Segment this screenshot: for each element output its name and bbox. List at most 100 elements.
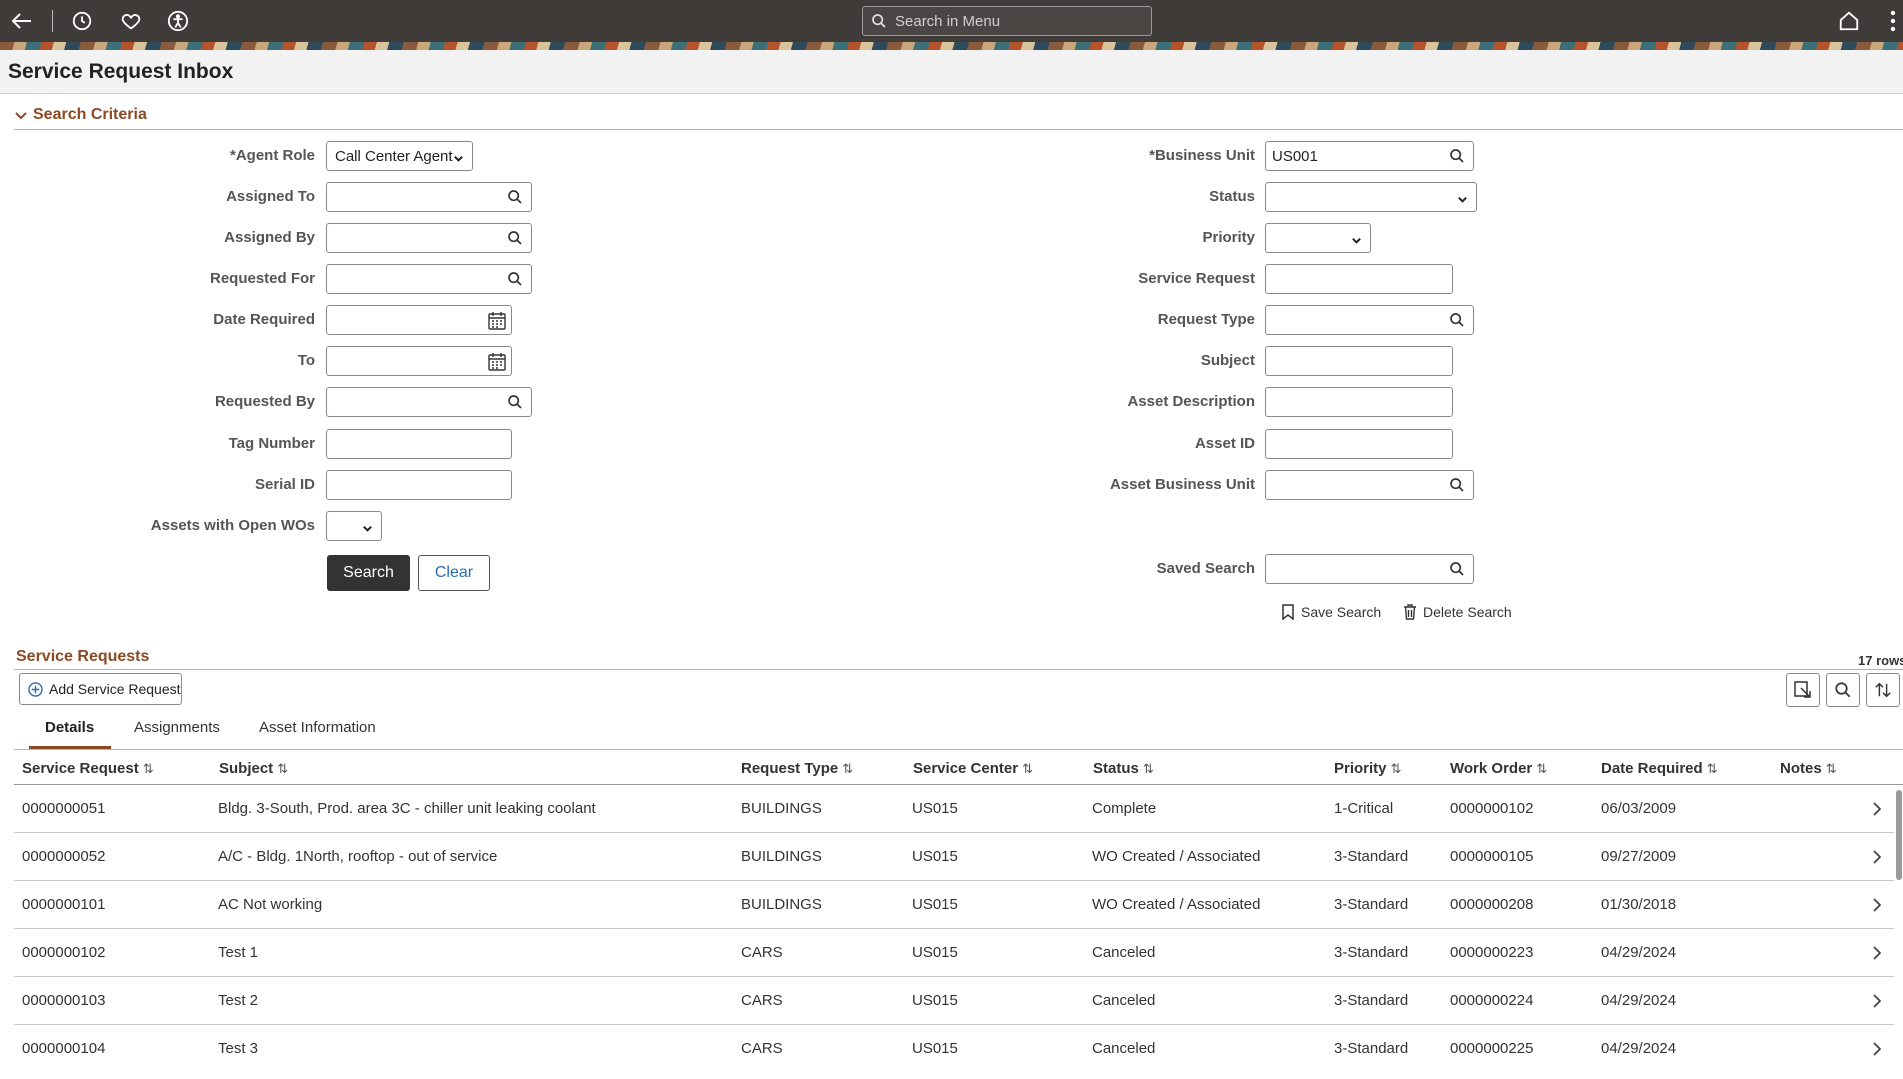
sort-icon[interactable]: ⇅ xyxy=(1536,761,1547,776)
business-unit-field[interactable] xyxy=(1265,141,1474,171)
date-to-field[interactable] xyxy=(326,346,512,376)
tab-asset-information[interactable]: Asset Information xyxy=(259,719,376,736)
menu-search-input[interactable] xyxy=(893,11,1133,31)
chevron-right-icon[interactable] xyxy=(1872,946,1882,964)
date-required-input[interactable] xyxy=(327,306,481,334)
table-row[interactable]: 0000000103 Test 2 CARS US015 Canceled 3-… xyxy=(14,977,1894,1025)
sort-icon[interactable]: ⇅ xyxy=(1391,761,1402,776)
chevron-right-icon[interactable] xyxy=(1872,994,1882,1012)
asset-business-unit-input[interactable] xyxy=(1266,471,1443,499)
request-type-input[interactable] xyxy=(1266,306,1443,334)
subject-field[interactable] xyxy=(1265,346,1453,376)
chevron-right-icon[interactable] xyxy=(1872,898,1882,916)
sort-icon[interactable] xyxy=(1866,673,1900,707)
divider xyxy=(14,669,1903,670)
col-service-center[interactable]: Service Center ⇅ xyxy=(913,760,1033,777)
requested-by-field[interactable] xyxy=(326,387,532,417)
saved-search-input[interactable] xyxy=(1266,555,1443,583)
lookup-search-icon[interactable] xyxy=(1449,148,1467,166)
sort-icon[interactable]: ⇅ xyxy=(842,761,853,776)
table-row[interactable]: 0000000052 A/C - Bldg. 1North, rooftop -… xyxy=(14,833,1894,881)
col-status[interactable]: Status ⇅ xyxy=(1093,760,1154,777)
col-date-required[interactable]: Date Required ⇅ xyxy=(1601,760,1718,777)
col-service-request[interactable]: Service Request ⇅ xyxy=(22,760,154,777)
chevron-down-icon[interactable] xyxy=(14,109,28,127)
asset-description-input[interactable] xyxy=(1266,388,1452,416)
requested-by-input[interactable] xyxy=(327,388,501,416)
table-row[interactable]: 0000000051 Bldg. 3-South, Prod. area 3C … xyxy=(14,785,1894,833)
table-row[interactable]: 0000000102 Test 1 CARS US015 Canceled 3-… xyxy=(14,929,1894,977)
find-in-grid-icon[interactable] xyxy=(1826,673,1860,707)
favorites-heart-icon[interactable] xyxy=(118,8,144,34)
asset-description-field[interactable] xyxy=(1265,387,1453,417)
sort-icon[interactable]: ⇅ xyxy=(1826,761,1837,776)
assigned-by-field[interactable] xyxy=(326,223,532,253)
assigned-by-input[interactable] xyxy=(327,224,501,252)
serial-id-field[interactable] xyxy=(326,470,512,500)
add-service-request-button[interactable]: Add Service Request xyxy=(19,673,182,705)
col-priority[interactable]: Priority ⇅ xyxy=(1334,760,1401,777)
vertical-scrollbar[interactable] xyxy=(1896,790,1902,880)
tag-number-field[interactable] xyxy=(326,429,512,459)
serial-id-input[interactable] xyxy=(327,471,511,499)
sort-icon[interactable]: ⇅ xyxy=(1143,761,1154,776)
tag-number-input[interactable] xyxy=(327,430,511,458)
search-criteria-header[interactable]: Search Criteria xyxy=(14,106,1903,130)
save-search-link[interactable]: Save Search xyxy=(1281,604,1381,620)
lookup-search-icon[interactable] xyxy=(1449,312,1467,330)
table-row[interactable]: 0000000101 AC Not working BUILDINGS US01… xyxy=(14,881,1894,929)
priority-select[interactable] xyxy=(1265,223,1371,253)
recent-history-icon[interactable] xyxy=(69,8,95,34)
service-request-field[interactable] xyxy=(1265,264,1453,294)
service-request-input[interactable] xyxy=(1266,265,1452,293)
export-icon[interactable] xyxy=(1786,673,1820,707)
sort-icon[interactable]: ⇅ xyxy=(1707,761,1718,776)
accessibility-icon[interactable] xyxy=(165,8,191,34)
requested-for-input[interactable] xyxy=(327,265,501,293)
subject-input[interactable] xyxy=(1266,347,1452,375)
col-subject[interactable]: Subject ⇅ xyxy=(219,760,288,777)
business-unit-input[interactable] xyxy=(1266,142,1443,170)
lookup-search-icon[interactable] xyxy=(1449,477,1467,495)
search-button[interactable]: Search xyxy=(327,555,410,591)
chevron-right-icon[interactable] xyxy=(1872,1042,1882,1060)
date-to-input[interactable] xyxy=(327,347,481,375)
col-work-order[interactable]: Work Order ⇅ xyxy=(1450,760,1547,777)
delete-search-link[interactable]: Delete Search xyxy=(1403,604,1512,620)
col-request-type[interactable]: Request Type ⇅ xyxy=(741,760,853,777)
table-row[interactable]: 0000000104 Test 3 CARS US015 Canceled 3-… xyxy=(14,1025,1894,1079)
chevron-right-icon[interactable] xyxy=(1872,850,1882,868)
date-required-field[interactable] xyxy=(326,305,512,335)
clear-button[interactable]: Clear xyxy=(418,555,490,591)
sort-icon[interactable]: ⇅ xyxy=(143,761,154,776)
asset-id-field[interactable] xyxy=(1265,429,1453,459)
col-notes[interactable]: Notes ⇅ xyxy=(1780,760,1837,777)
lookup-search-icon[interactable] xyxy=(507,189,525,207)
request-type-field[interactable] xyxy=(1265,305,1474,335)
chevron-right-icon[interactable] xyxy=(1872,802,1882,820)
lookup-search-icon[interactable] xyxy=(1449,561,1467,579)
assets-open-wos-select[interactable] xyxy=(326,511,382,541)
asset-business-unit-field[interactable] xyxy=(1265,470,1474,500)
tab-assignments[interactable]: Assignments xyxy=(134,719,220,736)
calendar-icon[interactable] xyxy=(487,352,506,371)
back-arrow-icon[interactable] xyxy=(9,8,35,34)
requested-for-field[interactable] xyxy=(326,264,532,294)
more-actions-icon[interactable] xyxy=(1884,8,1902,34)
menu-search-box[interactable] xyxy=(862,6,1152,36)
asset-id-input[interactable] xyxy=(1266,430,1452,458)
lookup-search-icon[interactable] xyxy=(507,230,525,248)
column-label: Status xyxy=(1093,760,1139,777)
tab-details[interactable]: Details xyxy=(45,719,94,736)
lookup-search-icon[interactable] xyxy=(507,394,525,412)
sort-icon[interactable]: ⇅ xyxy=(1022,761,1033,776)
agent-role-select[interactable]: Call Center Agent xyxy=(326,141,473,171)
saved-search-field[interactable] xyxy=(1265,554,1474,584)
calendar-icon[interactable] xyxy=(487,311,506,330)
lookup-search-icon[interactable] xyxy=(507,271,525,289)
sort-icon[interactable]: ⇅ xyxy=(277,761,288,776)
status-select[interactable] xyxy=(1265,182,1477,212)
home-icon[interactable] xyxy=(1836,8,1862,34)
assigned-to-field[interactable] xyxy=(326,182,532,212)
assigned-to-input[interactable] xyxy=(327,183,501,211)
